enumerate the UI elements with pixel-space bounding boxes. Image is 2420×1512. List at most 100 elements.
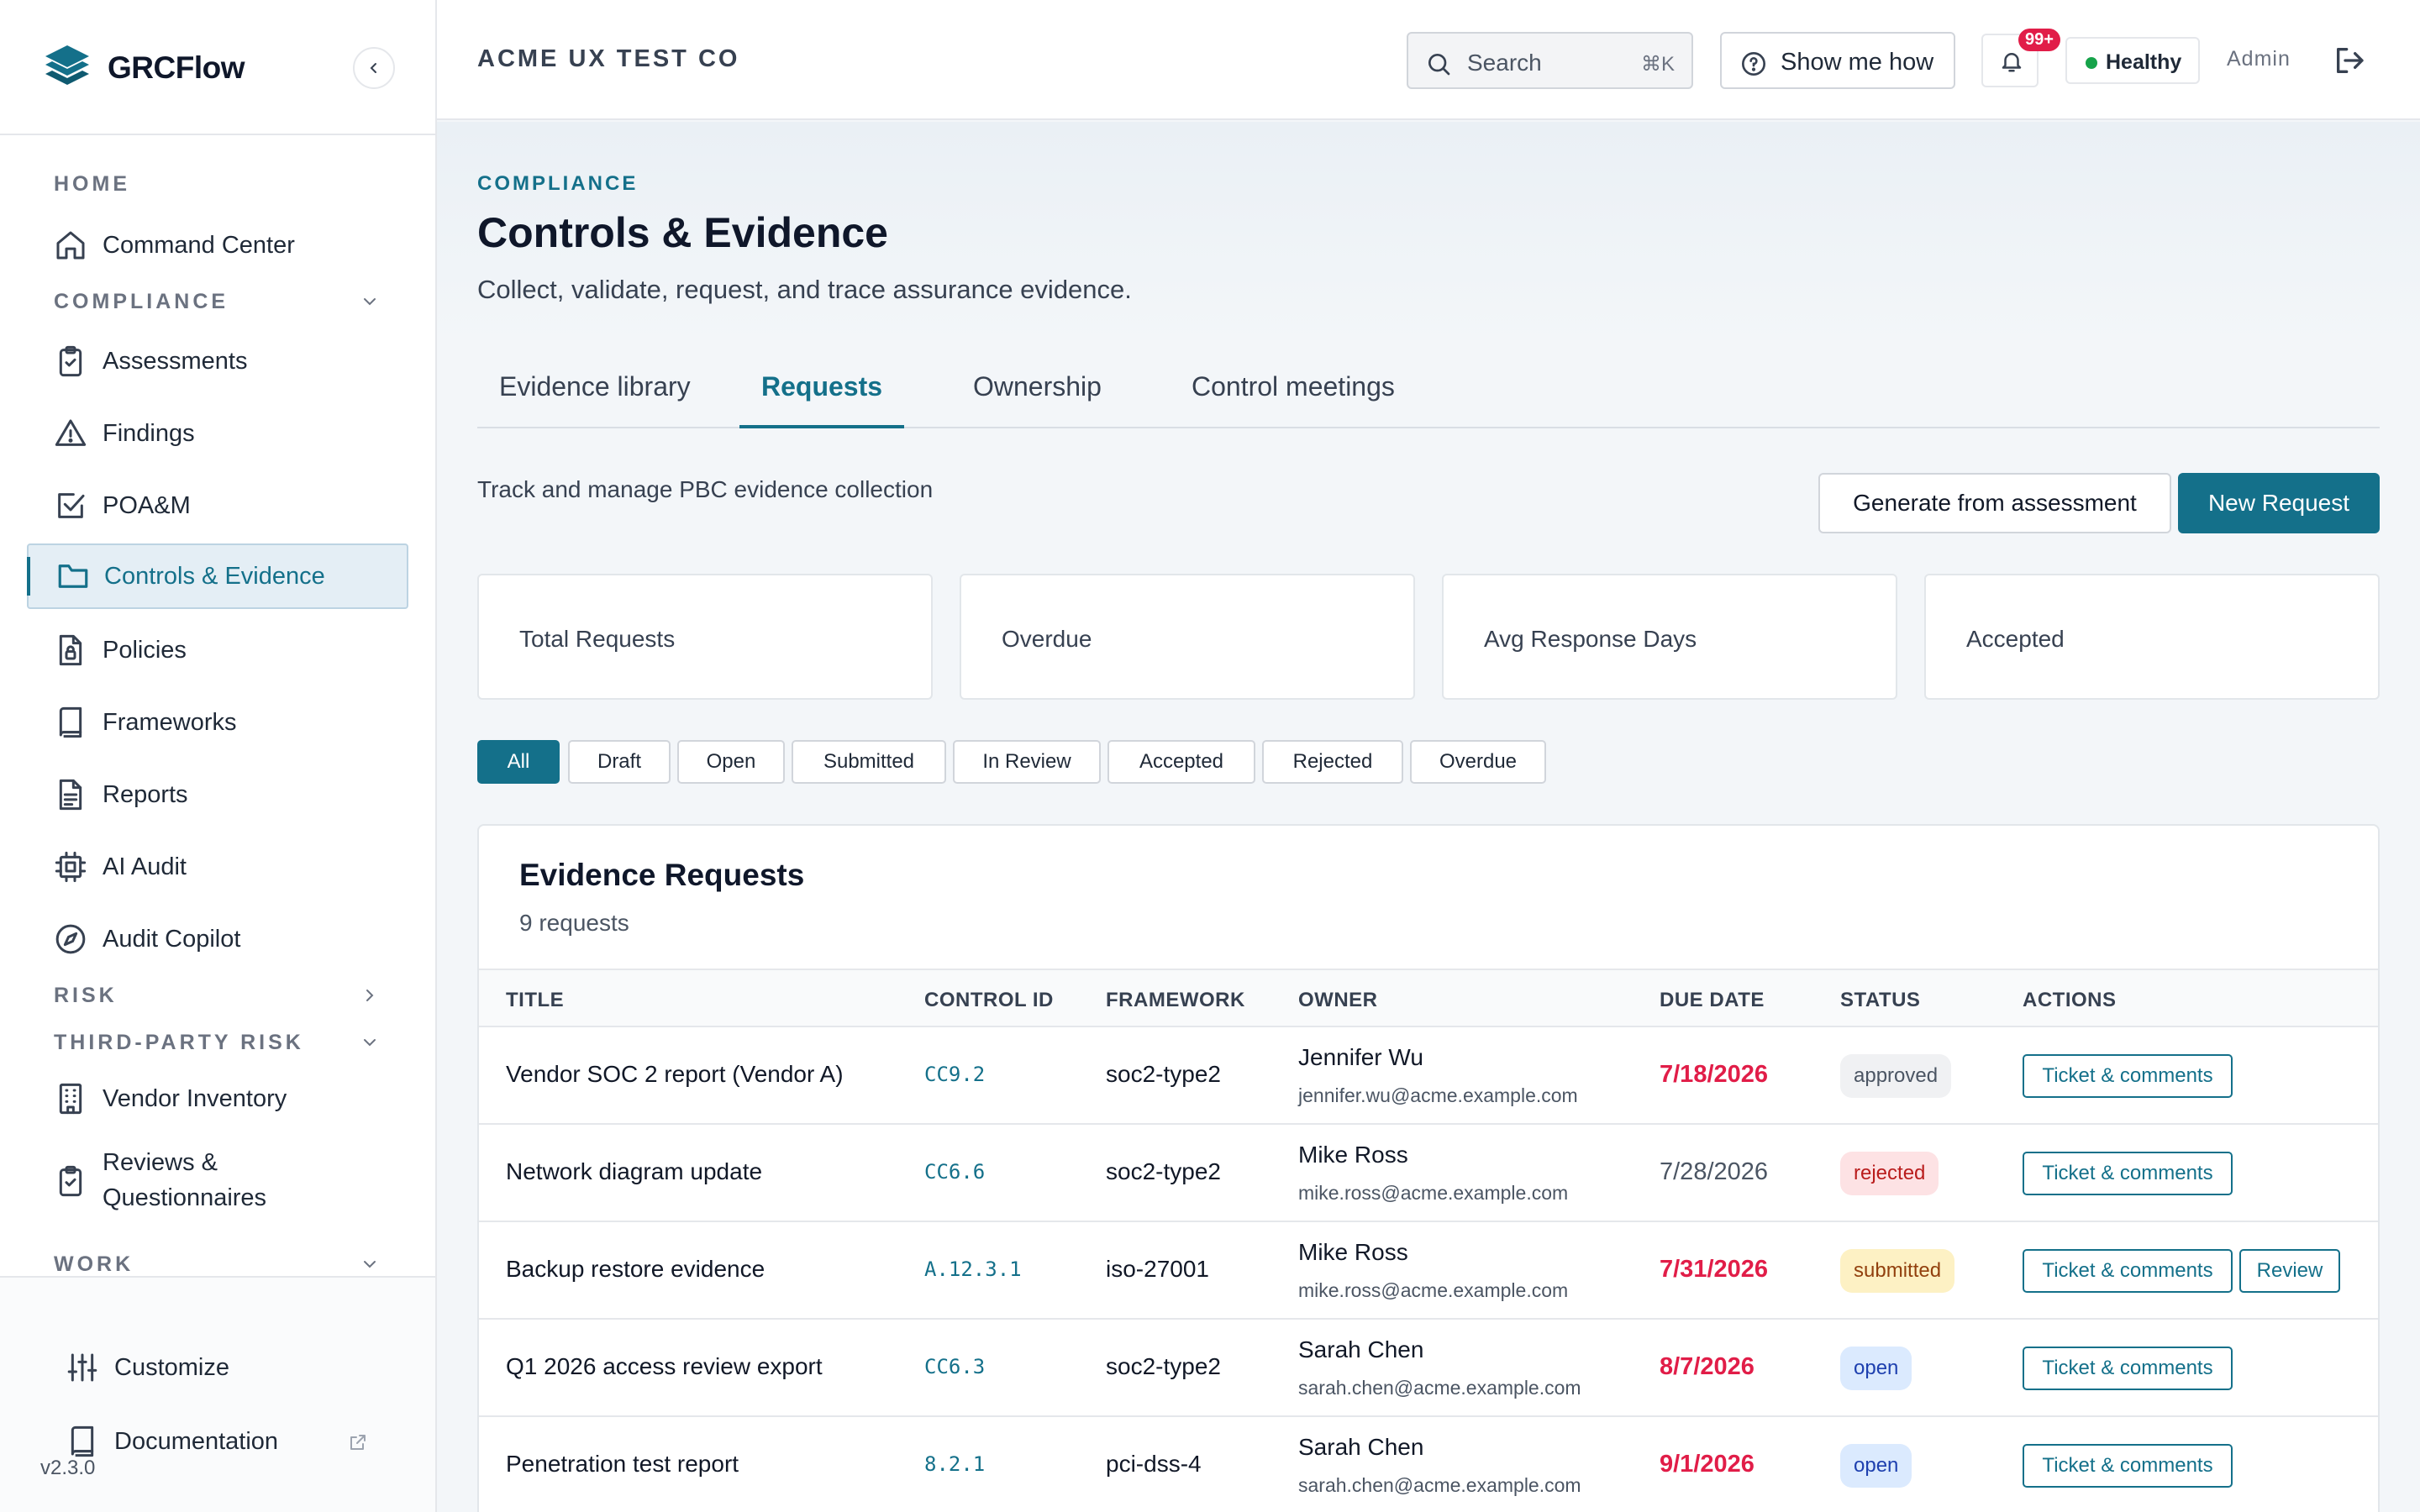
- filter-chip-overdue[interactable]: Overdue: [1410, 740, 1546, 784]
- table-row[interactable]: Q1 2026 access review export CC6.3 soc2-…: [479, 1320, 2378, 1417]
- top-header: ACME UX TEST CO Search ⌘K Show me how 99…: [437, 0, 2420, 120]
- framework: soc2-type2: [1106, 1353, 1221, 1379]
- sidebar-item-audit-copilot[interactable]: Audit Copilot: [27, 906, 408, 972]
- sidebar-item-reviews-questionnaires[interactable]: Reviews & Questionnaires: [27, 1135, 408, 1227]
- request-title: Vendor SOC 2 report (Vendor A): [506, 1061, 844, 1087]
- customize-link[interactable]: Customize: [39, 1338, 392, 1397]
- sidebar-item-findings[interactable]: Findings: [27, 401, 408, 466]
- sidebar-item-label: POA&M: [103, 491, 191, 519]
- evidence-requests-card: Evidence Requests 9 requests TITLE CONTR…: [477, 824, 2380, 1512]
- table-row[interactable]: Network diagram update CC6.6 soc2-type2 …: [479, 1125, 2378, 1222]
- chevron-right-icon[interactable]: [360, 985, 380, 1005]
- filter-chip-open[interactable]: Open: [677, 740, 785, 784]
- column-header-due-date[interactable]: DUE DATE: [1660, 989, 1765, 1012]
- ticket-comments-button[interactable]: Ticket & comments: [2023, 1054, 2233, 1098]
- control-id[interactable]: CC6.3: [924, 1355, 985, 1378]
- filter-chip-accepted[interactable]: Accepted: [1107, 740, 1255, 784]
- logout-icon[interactable]: [2333, 44, 2366, 77]
- nav-section-home: HOME: [54, 172, 130, 196]
- column-header-status[interactable]: STATUS: [1840, 989, 1920, 1012]
- stat-card-accepted: Accepted: [1924, 574, 2380, 700]
- sidebar-item-frameworks[interactable]: Frameworks: [27, 690, 408, 755]
- generate-from-assessment-button[interactable]: Generate from assessment: [1818, 473, 2171, 533]
- tab-bar: Evidence library Requests Ownership Cont…: [477, 361, 2380, 428]
- tab-evidence-library[interactable]: Evidence library: [477, 361, 713, 428]
- new-request-button[interactable]: New Request: [2178, 473, 2380, 533]
- chevron-down-icon[interactable]: [360, 291, 380, 312]
- documentation-label: Documentation: [114, 1427, 279, 1455]
- ticket-comments-button[interactable]: Ticket & comments: [2023, 1347, 2233, 1390]
- health-status-badge[interactable]: Healthy: [2065, 37, 2200, 84]
- home-icon: [54, 228, 87, 262]
- nav-section-work[interactable]: WORK: [54, 1252, 134, 1276]
- sidebar-item-assessments[interactable]: Assessments: [27, 328, 408, 394]
- filter-chip-rejected[interactable]: Rejected: [1262, 740, 1403, 784]
- show-me-how-button[interactable]: Show me how: [1720, 32, 1955, 89]
- tab-control-meetings[interactable]: Control meetings: [1170, 361, 1417, 428]
- reviews-label-line1: Reviews &: [103, 1149, 218, 1176]
- sidebar-item-label: Command Center: [103, 231, 295, 259]
- page-subtitle: Collect, validate, request, and trace as…: [477, 275, 1132, 304]
- search-placeholder: Search: [1467, 50, 1542, 76]
- chevron-down-icon[interactable]: [360, 1032, 380, 1053]
- search-icon: [1425, 50, 1452, 77]
- ticket-comments-button[interactable]: Ticket & comments: [2023, 1152, 2233, 1195]
- sidebar-item-controls-evidence[interactable]: Controls & Evidence: [27, 543, 408, 609]
- collapse-sidebar-button[interactable]: [353, 47, 395, 89]
- brand-header: GRCFlow: [0, 0, 435, 135]
- column-header-owner[interactable]: OWNER: [1298, 989, 1378, 1012]
- filter-chip-in-review[interactable]: In Review: [953, 740, 1101, 784]
- sidebar-item-ai-audit[interactable]: AI Audit: [27, 834, 408, 900]
- checkbox-icon: [54, 489, 87, 522]
- filter-chip-draft[interactable]: Draft: [568, 740, 671, 784]
- brand-name: GRCFlow: [108, 50, 245, 85]
- nav-section-compliance[interactable]: COMPLIANCE: [54, 290, 229, 314]
- sidebar-item-command-center[interactable]: Command Center: [27, 213, 408, 278]
- tab-requests[interactable]: Requests: [739, 361, 905, 428]
- sidebar-item-label: Audit Copilot: [103, 925, 241, 953]
- review-button[interactable]: Review: [2239, 1249, 2340, 1293]
- filter-chip-submitted[interactable]: Submitted: [792, 740, 946, 784]
- table-row[interactable]: Penetration test report 8.2.1 pci-dss-4 …: [479, 1417, 2378, 1512]
- control-id[interactable]: CC9.2: [924, 1063, 985, 1086]
- page-eyebrow: COMPLIANCE: [477, 172, 639, 195]
- column-header-framework[interactable]: FRAMEWORK: [1106, 989, 1245, 1012]
- control-id[interactable]: CC6.6: [924, 1160, 985, 1184]
- status-badge: approved: [1840, 1054, 1952, 1098]
- sidebar-item-policies[interactable]: Policies: [27, 617, 408, 683]
- search-input[interactable]: Search ⌘K: [1407, 32, 1693, 89]
- stat-label: Accepted: [1966, 626, 2065, 652]
- user-role: Admin: [2227, 47, 2291, 71]
- stat-card-overdue: Overdue: [960, 574, 1415, 700]
- owner-email: sarah.chen@acme.example.com: [1298, 1474, 1581, 1496]
- column-header-title[interactable]: TITLE: [506, 989, 564, 1012]
- owner-name: Mike Ross: [1298, 1239, 1408, 1265]
- sidebar-item-reports[interactable]: Reports: [27, 762, 408, 827]
- health-label: Healthy: [2106, 50, 2182, 74]
- stat-label: Overdue: [1002, 626, 1092, 652]
- filter-chip-all[interactable]: All: [477, 740, 560, 784]
- notifications-button[interactable]: 99+: [1981, 29, 2060, 87]
- tab-ownership[interactable]: Ownership: [951, 361, 1123, 428]
- request-title: Network diagram update: [506, 1158, 763, 1184]
- column-header-control-id[interactable]: CONTROL ID: [924, 989, 1054, 1012]
- sidebar-item-vendor-inventory[interactable]: Vendor Inventory: [27, 1066, 408, 1131]
- clipboard-check-icon: [54, 1164, 87, 1198]
- owner-name: Jennifer Wu: [1298, 1044, 1423, 1070]
- ticket-comments-button[interactable]: Ticket & comments: [2023, 1444, 2233, 1488]
- table-row[interactable]: Vendor SOC 2 report (Vendor A) CC9.2 soc…: [479, 1027, 2378, 1125]
- due-date: 8/7/2026: [1660, 1353, 1754, 1380]
- table-row[interactable]: Backup restore evidence A.12.3.1 iso-270…: [479, 1222, 2378, 1320]
- chevron-down-icon[interactable]: [360, 1254, 380, 1274]
- nav-section-third-party-risk[interactable]: THIRD-PARTY RISK: [54, 1031, 304, 1055]
- clipboard-check-icon: [54, 344, 87, 378]
- control-id[interactable]: 8.2.1: [924, 1452, 985, 1476]
- compass-icon: [54, 922, 87, 956]
- owner-email: mike.ross@acme.example.com: [1298, 1182, 1569, 1204]
- ticket-comments-button[interactable]: Ticket & comments: [2023, 1249, 2233, 1293]
- nav-section-risk[interactable]: RISK: [54, 984, 118, 1008]
- search-shortcut: ⌘K: [1640, 53, 1675, 76]
- request-title: Penetration test report: [506, 1451, 739, 1477]
- sidebar-item-poam[interactable]: POA&M: [27, 473, 408, 538]
- control-id[interactable]: A.12.3.1: [924, 1257, 1022, 1281]
